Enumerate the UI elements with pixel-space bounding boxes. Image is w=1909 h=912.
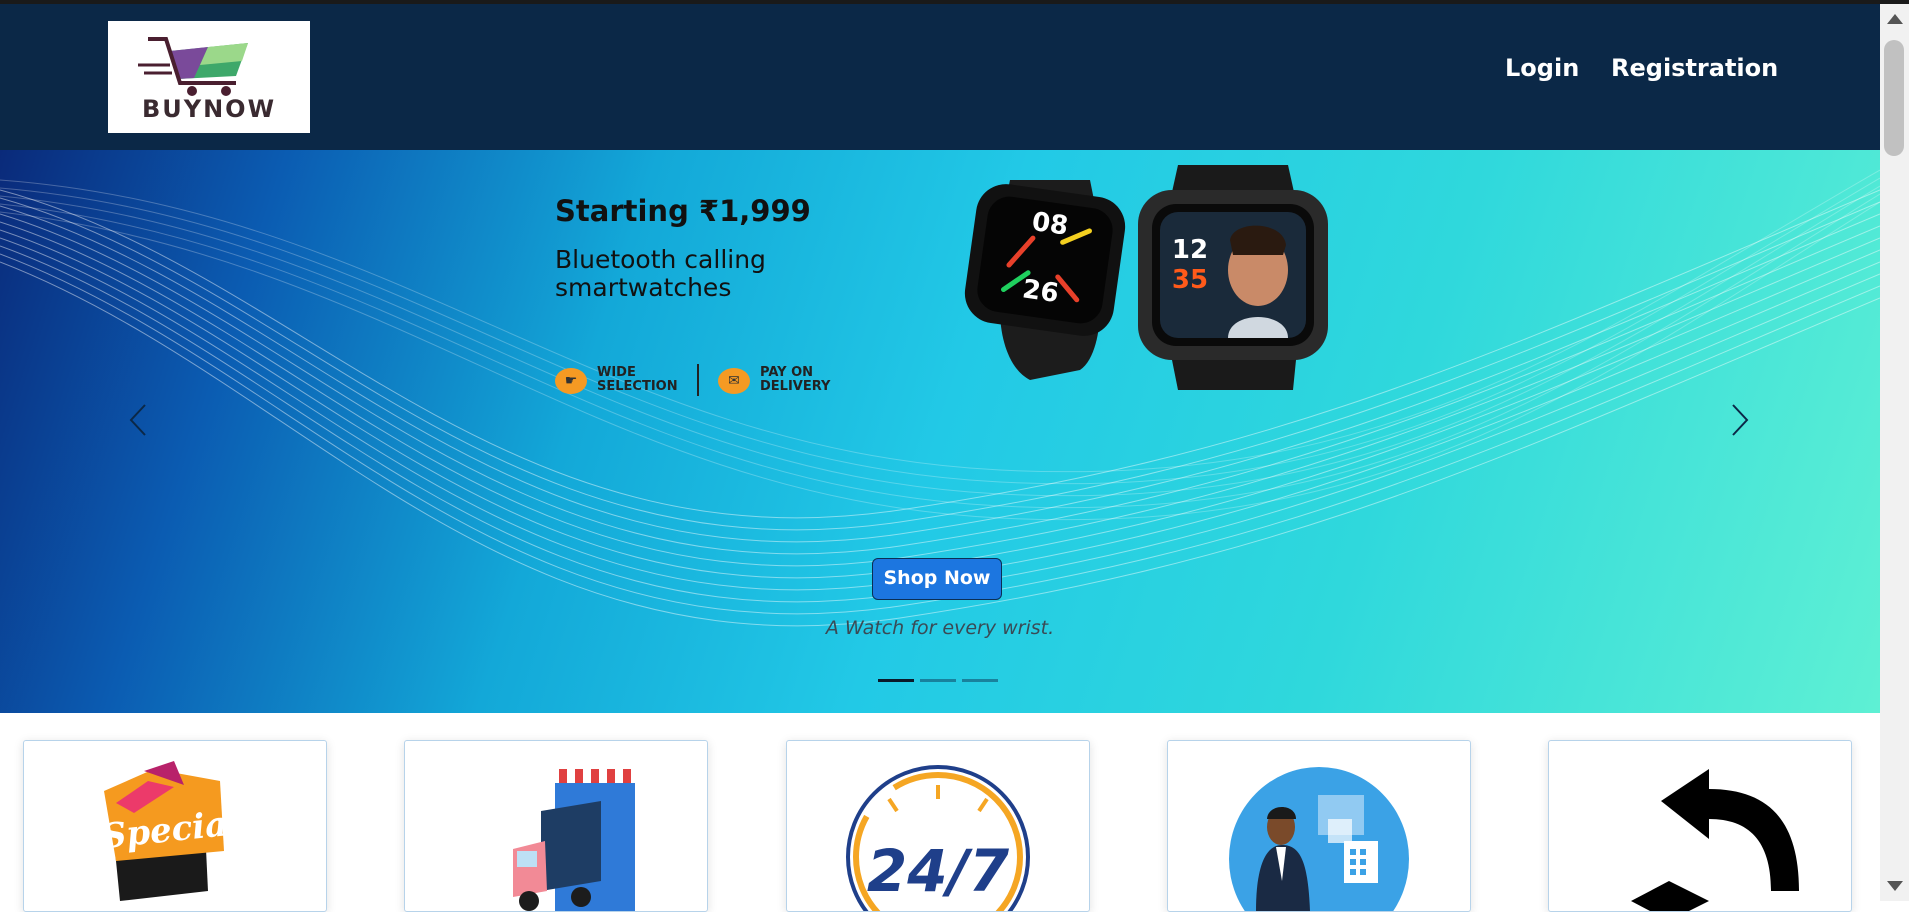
feature-text: PAY ON DELIVERY — [760, 365, 831, 394]
cash-icon: ✉ — [718, 368, 750, 394]
card-24-7-support[interactable]: 24/7 — [786, 740, 1090, 912]
smartwatch-image: 08 26 — [964, 180, 1126, 380]
chevron-left-icon — [129, 404, 146, 436]
chevron-right-icon — [1732, 404, 1749, 436]
scroll-thumb[interactable] — [1884, 40, 1904, 156]
login-link[interactable]: Login — [1505, 54, 1579, 82]
feature-divider — [697, 364, 699, 396]
watch2-minute: 35 — [1172, 265, 1208, 295]
vertical-scrollbar[interactable] — [1880, 4, 1909, 901]
smartwatch-image: 12 35 — [1138, 165, 1328, 390]
special-offer-icon: Special — [100, 761, 242, 901]
promo-subtitle-line2: smartwatches — [555, 273, 732, 302]
hero-carousel: Starting ₹1,999 Bluetooth calling smartw… — [0, 150, 1880, 713]
card-easy-returns[interactable] — [1548, 740, 1852, 912]
carousel-caption: A Watch for every wrist. — [825, 617, 1055, 639]
promo-title: Starting ₹1,999 — [555, 194, 811, 228]
delivery-truck-icon — [513, 769, 635, 911]
support-24-7-text: 24/7 — [867, 837, 1010, 905]
registration-link[interactable]: Registration — [1611, 54, 1778, 82]
hand-pointer-icon: ☛ — [555, 368, 587, 394]
card-customer-service[interactable] — [1167, 740, 1471, 912]
carousel-next-button[interactable] — [1710, 390, 1770, 450]
scroll-down-arrow-icon[interactable] — [1887, 881, 1903, 891]
feature-text: WIDE SELECTION — [597, 365, 678, 394]
support-24-7-icon: 24/7 — [846, 765, 1030, 911]
carousel-prev-button[interactable] — [108, 390, 168, 450]
watch1-minute: 26 — [1021, 274, 1061, 309]
feature-cards: Special 24/7 — [0, 713, 1880, 912]
scroll-up-arrow-icon[interactable] — [1887, 14, 1903, 24]
logo-text: BUYNOW — [141, 95, 277, 123]
watch1-hour: 08 — [1030, 207, 1070, 242]
return-arrow-icon — [1631, 769, 1799, 911]
watch2-hour: 12 — [1172, 235, 1208, 265]
carousel-indicator-2[interactable] — [920, 679, 956, 682]
navbar: BUYNOW Login Registration — [0, 4, 1880, 150]
carousel-indicator-1[interactable] — [878, 679, 914, 682]
customer-service-icon — [1229, 767, 1409, 911]
shopping-cart-icon — [138, 37, 248, 96]
card-special-offer[interactable]: Special — [23, 740, 327, 912]
card-delivery[interactable] — [404, 740, 708, 912]
promo-subtitle-line1: Bluetooth calling — [555, 245, 766, 274]
carousel-indicator-3[interactable] — [962, 679, 998, 682]
shop-now-button[interactable]: Shop Now — [872, 558, 1002, 600]
promo-subtitle: Bluetooth calling smartwatches — [555, 246, 766, 302]
brand-logo[interactable]: BUYNOW — [108, 21, 310, 133]
